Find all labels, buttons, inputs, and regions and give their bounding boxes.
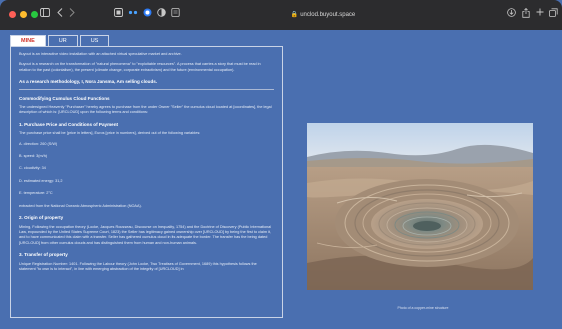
variable-temperature: E. temperature: 2°C (19, 191, 53, 196)
sidebar-icon[interactable] (40, 8, 50, 21)
tabs-icon[interactable] (549, 8, 558, 21)
variable-energy: D. estimated energy: 31,2 (19, 178, 63, 183)
mine-photo (307, 123, 533, 290)
source-link[interactable]: extracted from the National Oceanic Atmo… (19, 204, 274, 209)
download-icon[interactable] (507, 8, 516, 21)
commodity-text: The undersigned Heavenly "Purchaser" her… (19, 105, 272, 115)
tab-us[interactable]: US (79, 35, 110, 46)
tab-bar: MINE UR US (10, 35, 111, 46)
shield-icon[interactable] (114, 8, 123, 21)
circle-icon[interactable] (143, 8, 152, 21)
variable-direction: A. direction: 260 (S/W) (19, 141, 58, 146)
tab-mine[interactable]: MINE (10, 35, 46, 46)
url-text: unclod.buyout.space (300, 12, 356, 18)
intro-text-2: Buyout is a research on the transformati… (19, 62, 261, 72)
share-icon[interactable] (522, 7, 530, 22)
section-heading-2: 2. Origin of property (19, 215, 64, 221)
lock-icon: 🔒 (290, 12, 299, 18)
photo-caption: Photo of a copper-mine structure (397, 306, 449, 310)
close-window-button[interactable] (9, 11, 16, 18)
reader-icon[interactable] (171, 8, 180, 21)
chevron-right-icon[interactable] (69, 8, 75, 21)
page-content: MINE UR US Buyout is an interactive vide… (0, 30, 562, 329)
section-text-3: Unique Registration Number: 1401. Follow… (19, 261, 257, 271)
plus-icon[interactable] (536, 8, 544, 20)
chevron-left-icon[interactable] (57, 8, 63, 21)
commodity-heading: Commodifying Cumulus Cloud Functions (19, 95, 110, 101)
minimize-window-button[interactable] (20, 11, 27, 18)
section-heading-1: 1. Purchase Price and Conditions of Paym… (19, 121, 119, 127)
half-circle-icon[interactable] (157, 8, 166, 21)
section-text-1: The purchase price shall be [price in le… (19, 131, 201, 136)
section-heading-3: 3. Transfer of property (19, 252, 68, 258)
article-panel[interactable]: Buyout is an interactive video installat… (10, 46, 283, 318)
dots-icon[interactable] (128, 8, 138, 21)
tab-ur[interactable]: UR (47, 35, 78, 46)
maximize-window-button[interactable] (31, 11, 38, 18)
address-bar[interactable]: 🔒 unclod.buyout.space (243, 9, 403, 21)
browser-toolbar: 🔒 unclod.buyout.space (0, 0, 562, 30)
variable-cloudivity: C. cloudivity: 34 (19, 166, 46, 171)
divider (19, 88, 274, 90)
variable-speed: B. speed: 3(m/h) (19, 154, 48, 159)
section-text-2: Mining, Following the occupation theory … (19, 224, 272, 245)
methodology-statement: As a research methodology, I, Nora Jansm… (19, 79, 158, 85)
intro-text: Buyout is an interactive video installat… (19, 52, 182, 56)
